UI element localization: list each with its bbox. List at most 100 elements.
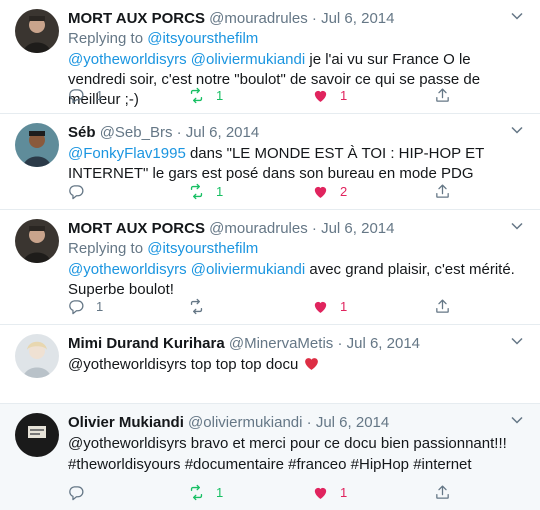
tweet[interactable]: Olivier Mukiandi @oliviermukiandi · Jul … (0, 404, 540, 510)
tweet-body: @yotheworldisyrs top top top docu (68, 356, 299, 373)
display-name[interactable]: MORT AUX PORCS (68, 220, 205, 237)
reply-button[interactable] (68, 182, 85, 200)
user-handle[interactable]: @MinervaMetis (229, 335, 333, 352)
chevron-down-icon[interactable] (510, 123, 524, 137)
mention-link[interactable]: @yotheworldisyrs (68, 51, 187, 68)
retweet-icon (190, 484, 203, 500)
tweet-text: @yotheworldisyrs @oliviermukiandi avec g… (68, 260, 528, 300)
like-icon (314, 487, 327, 499)
user-handle[interactable]: @oliviermukiandi (188, 414, 302, 431)
tweet-actions: 1 1 1 (68, 86, 508, 104)
like-count: 2 (340, 183, 348, 199)
like-button[interactable]: 1 (312, 483, 347, 501)
chevron-down-icon[interactable] (510, 9, 524, 23)
reply-count: 1 (96, 298, 104, 314)
share-button[interactable] (434, 297, 451, 315)
tweet-header: Olivier Mukiandi @oliviermukiandi · Jul … (68, 413, 528, 433)
chevron-down-icon[interactable] (510, 334, 524, 348)
reply-button[interactable] (68, 483, 85, 501)
separator: · (176, 124, 182, 141)
replying-to-link[interactable]: @itsyoursthefilm (147, 30, 258, 47)
like-button[interactable]: 1 (312, 297, 347, 315)
display-name[interactable]: Mimi Durand Kurihara (68, 335, 225, 352)
tweet-date[interactable]: Jul 6, 2014 (321, 220, 394, 237)
tweet-actions: 1 2 (68, 182, 508, 200)
retweet-icon (190, 183, 203, 199)
like-count: 1 (340, 484, 348, 500)
share-icon (436, 298, 449, 313)
tweet-thread: MORT AUX PORCS @mouradrules · Jul 6, 201… (0, 0, 540, 510)
like-icon (314, 301, 327, 313)
display-name[interactable]: Séb (68, 124, 96, 141)
tweet-date[interactable]: Jul 6, 2014 (321, 10, 394, 27)
like-icon (314, 186, 327, 198)
retweet-count: 1 (216, 183, 224, 199)
separator: · (311, 220, 317, 237)
retweet-icon (190, 298, 203, 314)
reply-button[interactable]: 1 (68, 297, 103, 315)
tweet-header: MORT AUX PORCS @mouradrules · Jul 6, 201… (68, 219, 528, 239)
user-handle[interactable]: @mouradrules (209, 10, 308, 27)
retweet-button[interactable]: 1 (188, 182, 223, 200)
display-name[interactable]: MORT AUX PORCS (68, 10, 205, 27)
user-handle[interactable]: @Seb_Brs (100, 124, 173, 141)
display-name[interactable]: Olivier Mukiandi (68, 414, 184, 431)
avatar[interactable] (15, 123, 59, 167)
tweet-text: @yotheworldisyrs bravo et merci pour ce … (68, 434, 528, 454)
share-icon (436, 183, 449, 198)
avatar[interactable] (15, 334, 59, 378)
avatar[interactable] (15, 219, 59, 263)
retweet-icon (190, 87, 203, 103)
retweet-count: 1 (216, 87, 224, 103)
replying-to-link[interactable]: @itsyoursthefilm (147, 240, 258, 257)
tweet[interactable]: MORT AUX PORCS @mouradrules · Jul 6, 201… (0, 210, 540, 325)
reply-count: 1 (96, 87, 104, 103)
replying-to-label: Replying to (68, 240, 148, 257)
retweet-button[interactable]: 1 (188, 86, 223, 104)
like-button[interactable]: 2 (312, 182, 347, 200)
tweet[interactable]: Séb @Seb_Brs · Jul 6, 2014 @FonkyFlav199… (0, 114, 540, 210)
tweet-body: @yotheworldisyrs bravo et merci pour ce … (68, 435, 507, 452)
avatar[interactable] (15, 413, 59, 457)
tweet-text: @FonkyFlav1995 dans "LE MONDE EST À TOI … (68, 144, 528, 184)
tweet-actions: 1 1 (68, 483, 508, 501)
replying-to-label: Replying to (68, 30, 148, 47)
mention-link[interactable]: @oliviermukiandi (191, 261, 305, 278)
user-handle[interactable]: @mouradrules (209, 220, 308, 237)
tweet-header: Mimi Durand Kurihara @MinervaMetis · Jul… (68, 334, 528, 354)
tweet-header: Séb @Seb_Brs · Jul 6, 2014 (68, 123, 528, 143)
heart-emoji-icon (304, 358, 318, 370)
separator: · (306, 414, 312, 431)
retweet-button[interactable] (188, 297, 205, 315)
tweet-header: MORT AUX PORCS @mouradrules · Jul 6, 201… (68, 9, 528, 29)
hashtags[interactable]: #theworldisyours #documentaire #franceo … (68, 455, 528, 475)
like-count: 1 (340, 298, 348, 314)
retweet-button[interactable]: 1 (188, 483, 223, 501)
mention-link[interactable]: @yotheworldisyrs (68, 261, 187, 278)
share-icon (436, 87, 449, 102)
separator: · (337, 335, 343, 352)
chevron-down-icon[interactable] (510, 413, 524, 427)
share-icon (436, 484, 449, 499)
tweet[interactable]: Mimi Durand Kurihara @MinervaMetis · Jul… (0, 325, 540, 404)
retweet-count: 1 (216, 484, 224, 500)
avatar[interactable] (15, 9, 59, 53)
like-button[interactable]: 1 (312, 86, 347, 104)
chevron-down-icon[interactable] (510, 219, 524, 233)
mention-link[interactable]: @FonkyFlav1995 (68, 145, 186, 162)
tweet-date[interactable]: Jul 6, 2014 (347, 335, 420, 352)
reply-icon (69, 485, 84, 500)
tweet[interactable]: MORT AUX PORCS @mouradrules · Jul 6, 201… (0, 0, 540, 114)
tweet-date[interactable]: Jul 6, 2014 (316, 414, 389, 431)
share-button[interactable] (434, 182, 451, 200)
replying-to: Replying to @itsyoursthefilm (68, 239, 528, 259)
reply-button[interactable]: 1 (68, 86, 103, 104)
mention-link[interactable]: @oliviermukiandi (191, 51, 305, 68)
share-button[interactable] (434, 86, 451, 104)
tweet-date[interactable]: Jul 6, 2014 (186, 124, 259, 141)
like-count: 1 (340, 87, 348, 103)
separator: · (311, 10, 317, 27)
like-icon (314, 90, 327, 102)
tweet-text: @yotheworldisyrs top top top docu (68, 355, 528, 375)
share-button[interactable] (434, 483, 451, 501)
